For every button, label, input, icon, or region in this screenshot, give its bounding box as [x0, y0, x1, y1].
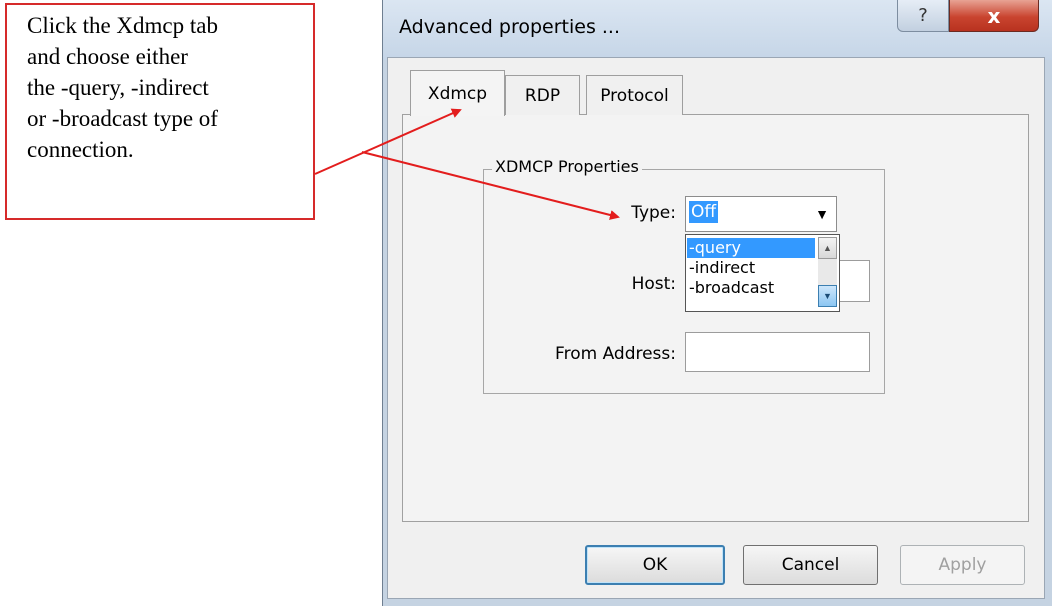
dialog-title: Advanced properties ...	[399, 16, 621, 38]
tab-xdmcp-label: Xdmcp	[427, 83, 488, 104]
chevron-down-icon[interactable]: ▼	[811, 200, 833, 228]
apply-button[interactable]: Apply	[900, 545, 1025, 585]
dropdown-option-broadcast[interactable]: -broadcast	[687, 278, 815, 298]
tab-xdmcp[interactable]: Xdmcp	[410, 70, 505, 116]
tab-rdp-label: RDP	[524, 85, 561, 106]
cancel-button[interactable]: Cancel	[743, 545, 878, 585]
tab-protocol[interactable]: Protocol	[586, 75, 683, 115]
type-combobox-value: Off	[689, 201, 719, 223]
dropdown-option-indirect[interactable]: -indirect	[687, 258, 815, 278]
ok-button[interactable]: OK	[585, 545, 725, 585]
help-button[interactable]: ?	[897, 0, 949, 32]
from-address-input[interactable]	[685, 332, 870, 372]
group-title: XDMCP Properties	[492, 157, 642, 176]
host-label: Host:	[631, 274, 676, 294]
from-address-label: From Address:	[555, 344, 676, 364]
dropdown-scrollbar[interactable]	[818, 259, 837, 285]
type-label: Type:	[631, 203, 676, 223]
help-icon: ?	[918, 5, 928, 26]
annotation-text: Click the Xdmcp tab and choose either th…	[27, 13, 218, 162]
close-button[interactable]: x	[949, 0, 1039, 32]
scroll-down-icon[interactable]: ▼	[818, 285, 837, 307]
scroll-up-icon[interactable]: ▲	[818, 237, 837, 259]
tab-protocol-label: Protocol	[600, 85, 669, 106]
close-icon: x	[987, 3, 1001, 28]
tab-rdp[interactable]: RDP	[505, 75, 580, 115]
dropdown-option-query[interactable]: -query	[687, 238, 815, 258]
